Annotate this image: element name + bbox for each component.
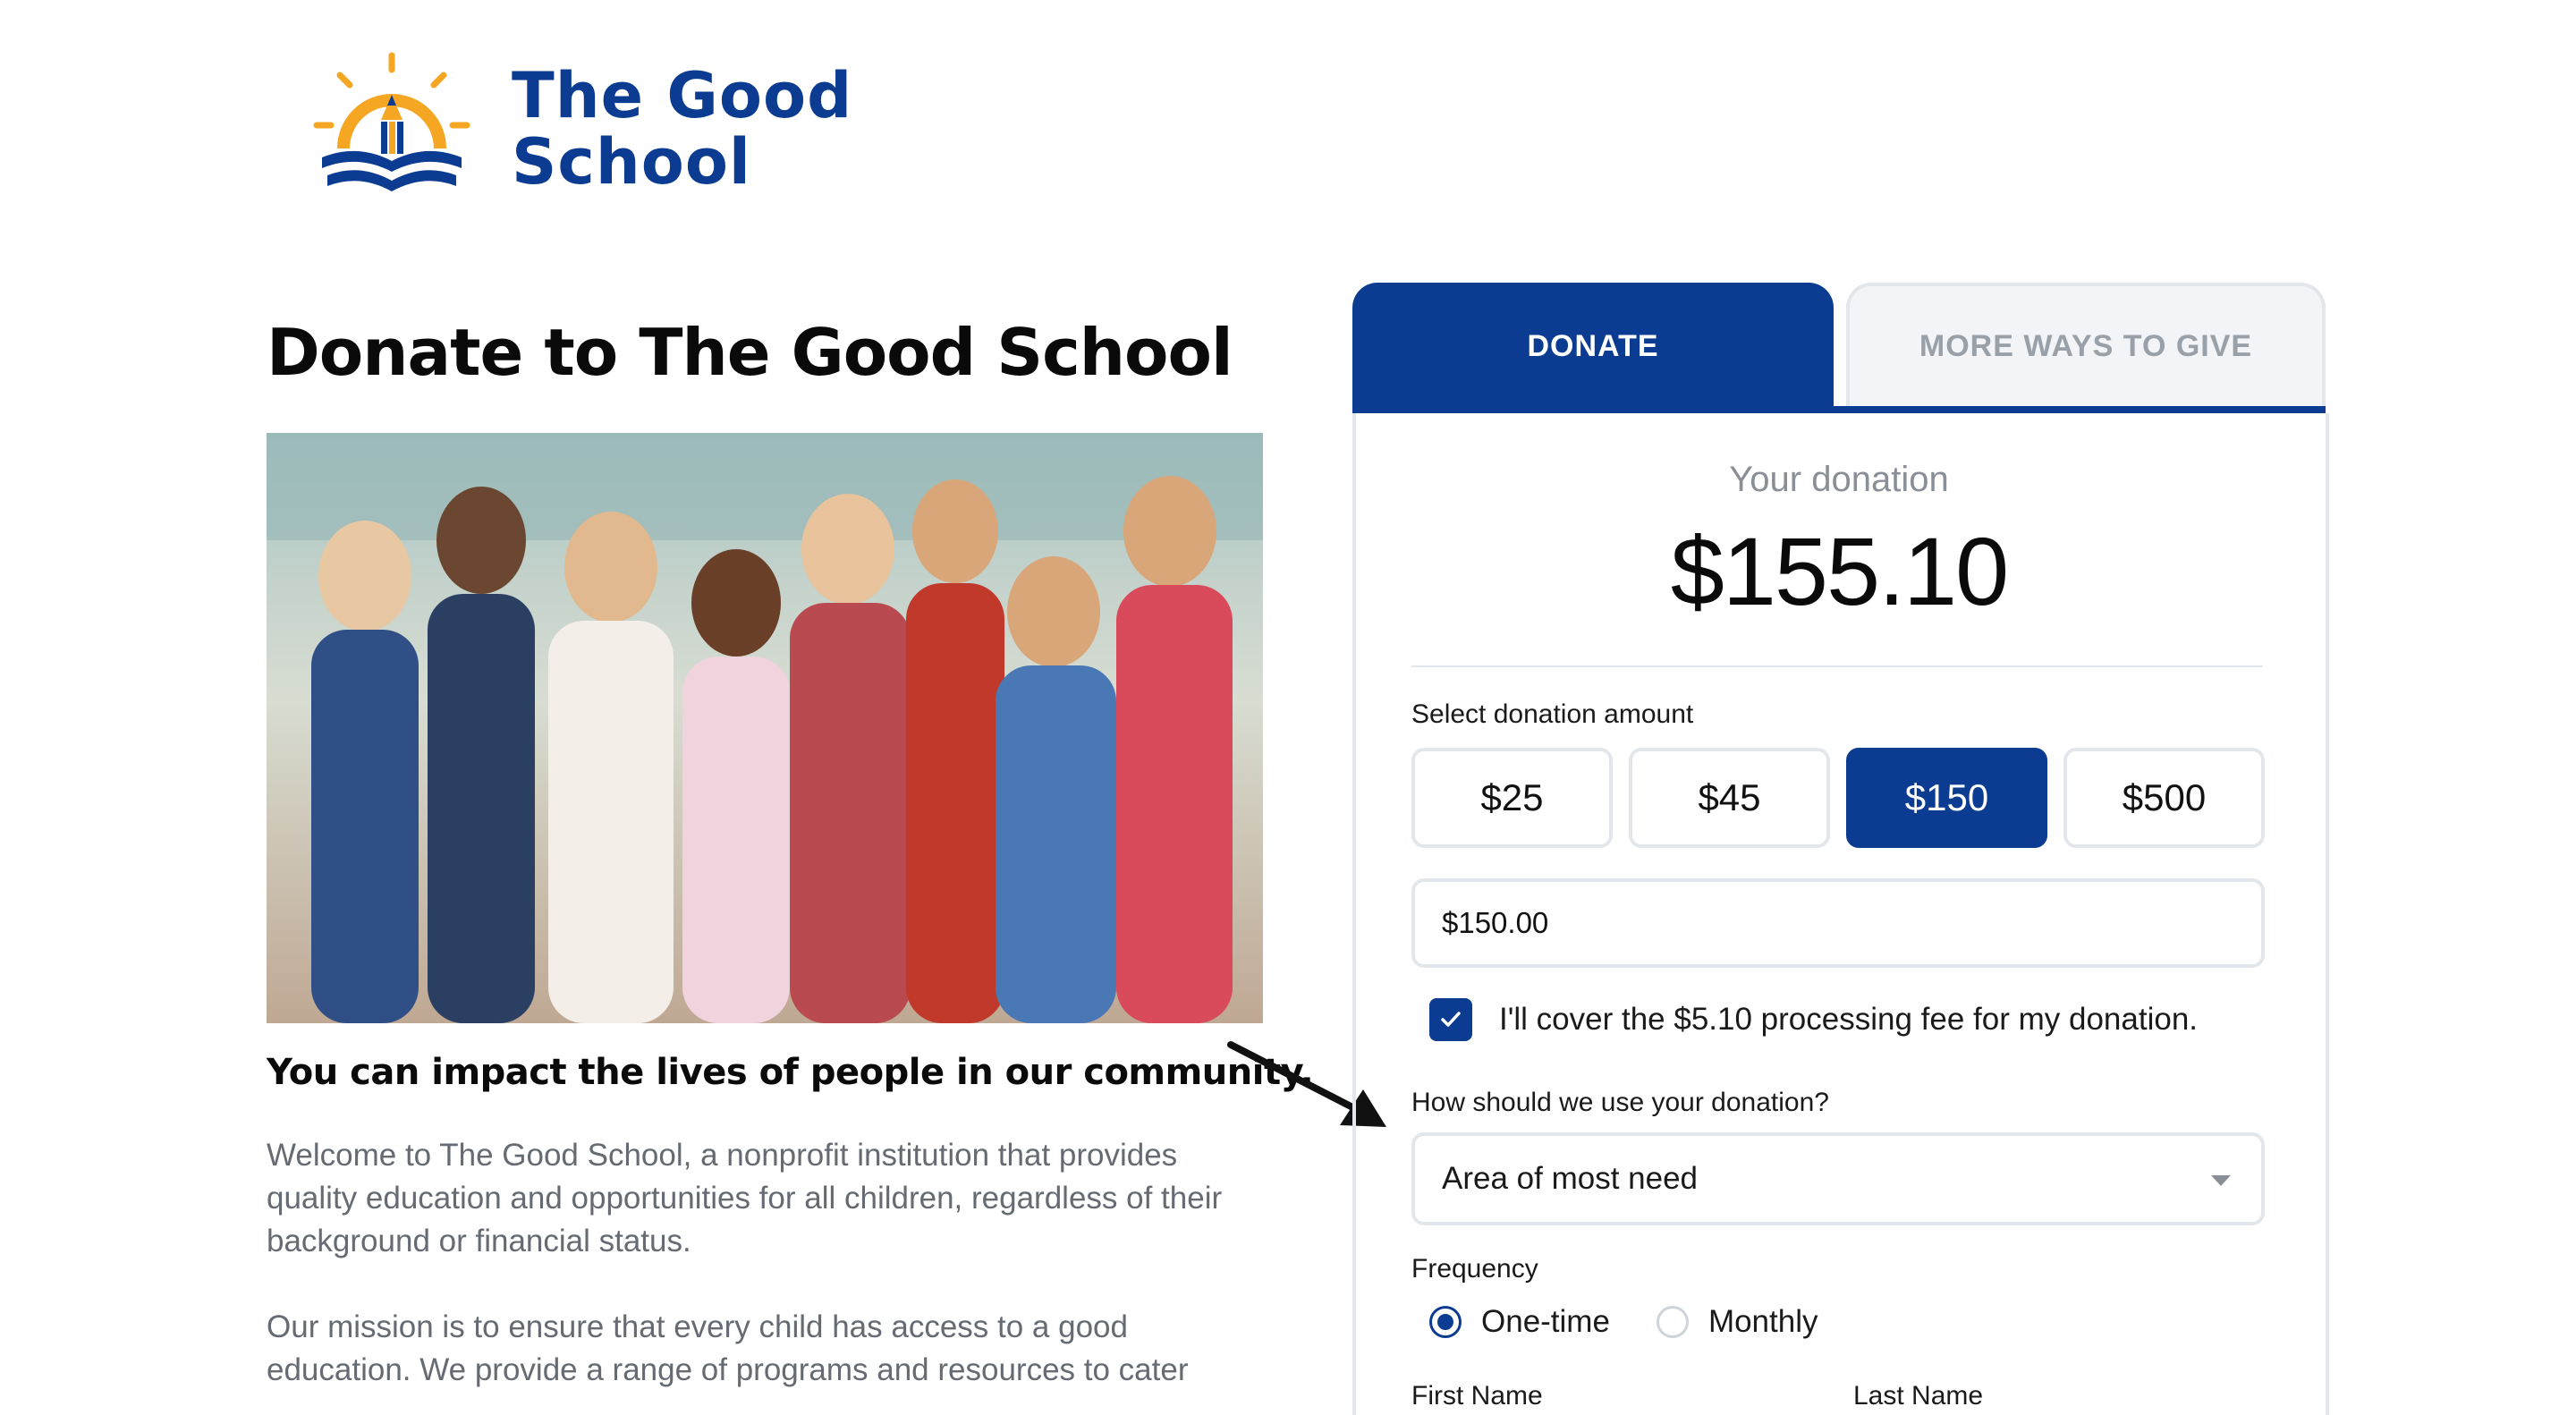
logo-emblem-icon xyxy=(313,52,470,191)
amount-button-45[interactable]: $45 xyxy=(1629,748,1830,848)
intro-paragraph: Welcome to The Good School, a nonprofit … xyxy=(267,1138,1223,1258)
frequency-options: One-time Monthly xyxy=(1429,1304,1865,1340)
cover-fee-row: I'll cover the $5.10 processing fee for … xyxy=(1429,995,2198,1045)
radio-one-time[interactable] xyxy=(1429,1306,1462,1338)
frequency-label: Frequency xyxy=(1411,1254,1538,1284)
tab-underline xyxy=(1352,406,2326,413)
logo-wordmark: The Good School xyxy=(512,63,852,195)
school-logo[interactable]: The Good School xyxy=(304,50,859,202)
logo-line-1: The Good xyxy=(512,59,853,132)
chevron-down-icon xyxy=(2211,1175,2231,1186)
donation-card: DONATE MORE WAYS TO GIVE Your donation $… xyxy=(1352,283,2329,1415)
amount-options: $25 $45 $150 $500 xyxy=(1411,748,2265,848)
first-name-label: First Name xyxy=(1411,1381,1543,1411)
donation-total: $155.10 xyxy=(1670,517,2009,625)
checkmark-icon xyxy=(1441,1012,1461,1027)
hero-photo xyxy=(267,433,1263,1023)
amount-button-150[interactable]: $150 xyxy=(1846,748,2047,848)
radio-one-time-label: One-time xyxy=(1481,1304,1610,1339)
logo-line-2: School xyxy=(512,125,751,199)
select-amount-label: Select donation amount xyxy=(1411,699,1694,729)
children-photo-image xyxy=(267,433,1263,1023)
custom-amount-input[interactable] xyxy=(1411,878,2265,968)
divider xyxy=(1411,665,2263,667)
cover-fee-checkbox[interactable] xyxy=(1429,998,1472,1041)
last-name-label: Last Name xyxy=(1853,1381,1984,1411)
radio-monthly[interactable] xyxy=(1656,1306,1689,1338)
impact-subheading: You can impact the lives of people in ou… xyxy=(267,1052,1314,1093)
cover-fee-label: I'll cover the $5.10 processing fee for … xyxy=(1499,1002,2199,1037)
mission-paragraph: Our mission is to ensure that every chil… xyxy=(267,1309,1189,1387)
page-title: Donate to The Good School xyxy=(267,315,1233,390)
tab-donate[interactable]: DONATE xyxy=(1352,283,1834,410)
donation-use-label: How should we use your donation? xyxy=(1411,1088,1829,1117)
your-donation-label: Your donation xyxy=(1729,460,1949,499)
donation-use-select[interactable]: Area of most need xyxy=(1411,1132,2265,1225)
amount-button-500[interactable]: $500 xyxy=(2063,748,2265,848)
donation-use-value: Area of most need xyxy=(1442,1161,1698,1196)
radio-monthly-label: Monthly xyxy=(1707,1304,1818,1339)
tab-more-ways-to-give[interactable]: MORE WAYS TO GIVE xyxy=(1846,283,2326,406)
amount-button-25[interactable]: $25 xyxy=(1411,748,1613,848)
